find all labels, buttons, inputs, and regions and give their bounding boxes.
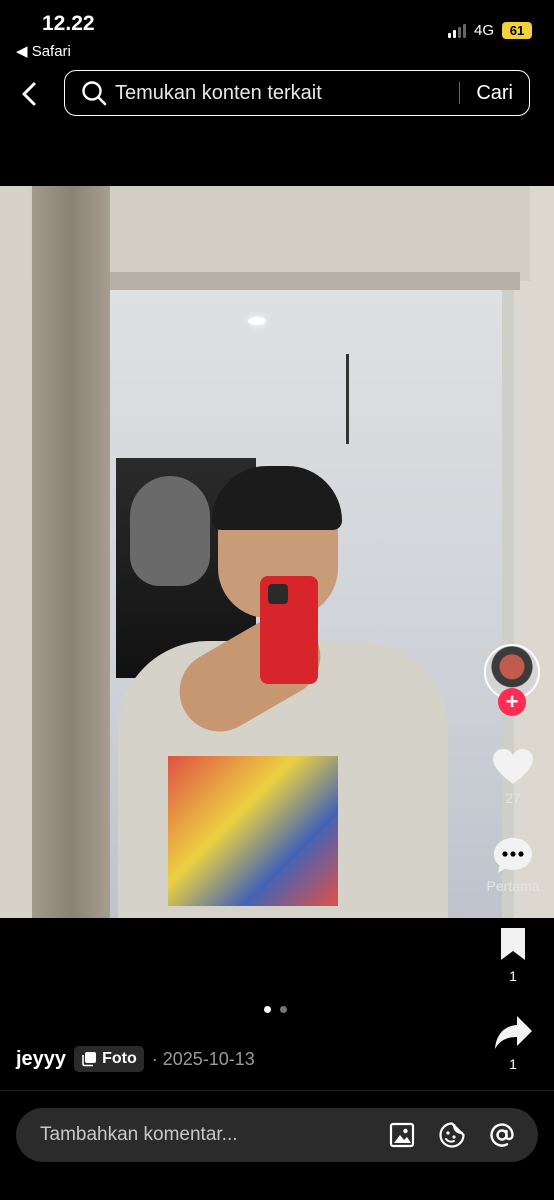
carousel-indicator: [264, 1006, 287, 1013]
back-button[interactable]: [14, 78, 46, 110]
save-count: 1: [509, 968, 517, 984]
share-count: 1: [509, 1056, 517, 1072]
wifi-router: [346, 354, 395, 444]
back-to-safari-link[interactable]: ◀ Safari: [16, 42, 71, 60]
mirror-frame-top: [100, 272, 520, 290]
photo-stack-icon: [82, 1052, 97, 1067]
comment-button[interactable]: Pertama: [481, 836, 545, 894]
carousel-dot: [280, 1006, 287, 1013]
network-type: 4G: [473, 22, 494, 39]
like-button[interactable]: 27: [481, 748, 545, 806]
phone-camera: [268, 584, 288, 604]
carousel-dot-active: [264, 1006, 271, 1013]
post-type-badge: Foto: [74, 1046, 144, 1072]
mirror-frame: [32, 186, 110, 918]
image-icon[interactable]: [388, 1121, 416, 1149]
comment-input[interactable]: Tambahkan komentar...: [40, 1124, 388, 1146]
comment-bar[interactable]: Tambahkan komentar...: [16, 1108, 538, 1162]
heart-icon: [493, 749, 533, 784]
sticker-icon[interactable]: [438, 1121, 466, 1149]
share-icon: [495, 1016, 532, 1049]
share-button[interactable]: 1: [481, 1014, 545, 1072]
search-bar[interactable]: Temukan konten terkait Cari: [64, 70, 530, 116]
post-meta: jeyyy Foto · 2025-10-13: [16, 1046, 255, 1072]
search-button[interactable]: Cari: [476, 82, 513, 105]
ceiling-light: [248, 317, 266, 325]
post-date: · 2025-10-13: [151, 1048, 255, 1069]
status-indicators: 4G 61: [447, 22, 532, 39]
mention-icon[interactable]: [488, 1121, 516, 1149]
divider: [0, 1090, 554, 1091]
poster-face: [130, 476, 210, 586]
search-icon: [82, 81, 107, 106]
author-name[interactable]: jeyyy: [16, 1048, 66, 1071]
comment-icon: [494, 838, 532, 873]
save-button[interactable]: 1: [481, 926, 545, 984]
wall: [0, 186, 34, 918]
post-photo[interactable]: [0, 186, 554, 918]
like-count: 27: [505, 790, 521, 806]
comment-label: Pertama: [486, 878, 540, 894]
search-divider: [459, 82, 461, 104]
follow-button[interactable]: +: [498, 688, 526, 716]
post-type-label: Foto: [102, 1050, 137, 1067]
battery-icon: 61: [502, 22, 532, 39]
plus-icon: +: [505, 689, 519, 714]
search-input[interactable]: Temukan konten terkait: [115, 82, 459, 105]
chevron-left-icon: [22, 82, 36, 106]
status-time: 12.22: [42, 12, 95, 35]
signal-icon: [447, 23, 466, 38]
shirt-print: [168, 756, 338, 906]
wall: [514, 186, 554, 918]
bookmark-icon: [501, 928, 525, 960]
